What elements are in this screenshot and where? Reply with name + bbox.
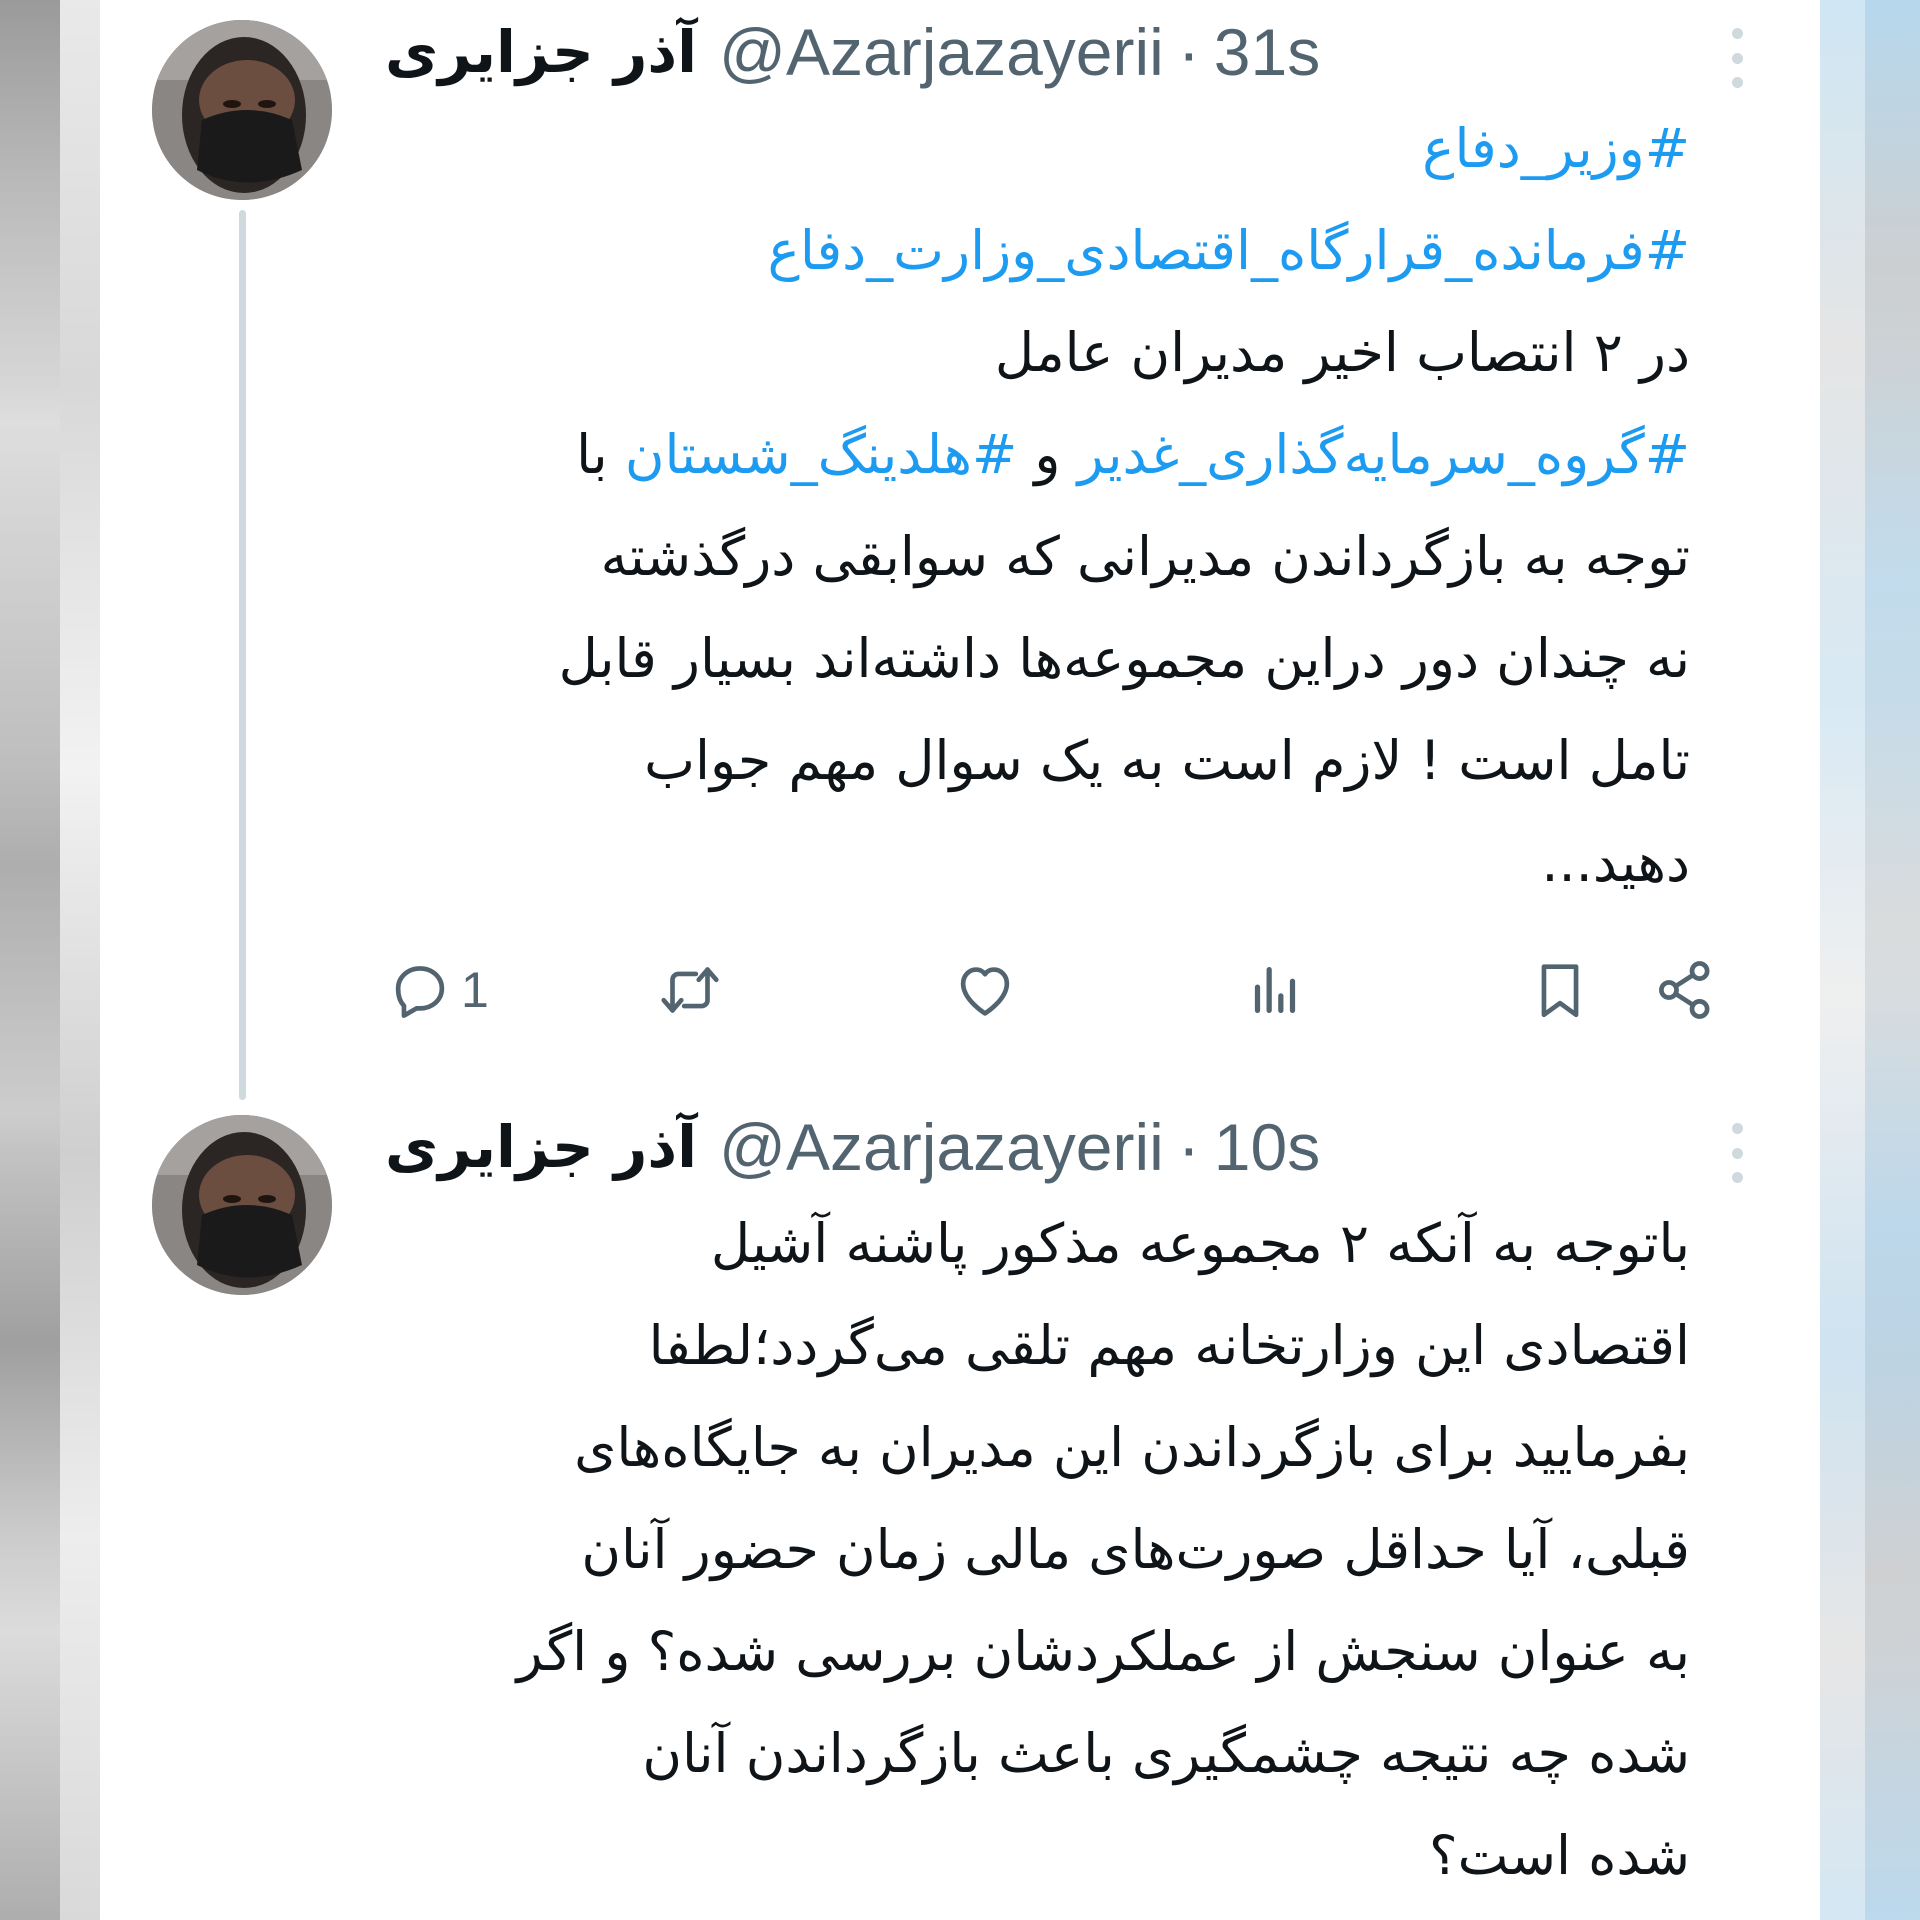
hashtag-link[interactable]: #گروه_سرمایه‌گذاری_غدیر	[1078, 423, 1690, 486]
text-line-mixed: #گروه_سرمایه‌گذاری_غدیر و #هلدینگ_شستان …	[320, 404, 1690, 506]
more-icon[interactable]	[1722, 1123, 1752, 1183]
share-button[interactable]	[1650, 945, 1720, 1035]
reply-button[interactable]: 1	[385, 945, 489, 1035]
bookmark-icon	[1541, 964, 1579, 1018]
tweet-header: آذر جزایری @Azarjazayerii · 31s	[385, 12, 1320, 92]
user-handle[interactable]: @Azarjazayerii	[719, 12, 1164, 92]
text-line: به عنوان سنجش از عملکردشان بررسی شده؟ و …	[516, 1620, 1690, 1683]
text-line: شده است؟	[1429, 1824, 1690, 1887]
tweet-actions: 1	[385, 945, 1875, 1035]
user-handle[interactable]: @Azarjazayerii	[719, 1107, 1164, 1187]
text-line: بفرمایید برای بازگرداندن این مدیران به ج…	[574, 1416, 1690, 1479]
text-line: شده چه نتیجه چشمگیری باعث بازگرداندن آنا…	[642, 1722, 1690, 1785]
text-line: اقتصادی این وزارتخانه مهم تلقی می‌گردد؛ل…	[648, 1314, 1690, 1377]
bookmark-button[interactable]	[1525, 945, 1595, 1035]
tweet-text: باتوجه به آنکه ۲ مجموعه مذکور پاشنه آشیل…	[320, 1193, 1690, 1907]
avatar[interactable]	[152, 20, 332, 200]
text-fragment: با	[576, 423, 625, 486]
tweet-text: #وزیر_دفاع #فرمانده_قرارگاه_اقتصادی_وزار…	[320, 98, 1690, 914]
hashtag-link[interactable]: #وزیر_دفاع	[320, 98, 1690, 200]
separator: ·	[1177, 15, 1200, 89]
views-icon	[1254, 966, 1296, 1014]
views-button[interactable]	[1240, 945, 1310, 1035]
tweet[interactable]: آذر جزایری @Azarjazayerii · 10s باتوجه ب…	[100, 1095, 1820, 1920]
text-line: دهید...	[1541, 831, 1690, 894]
text-line: باتوجه به آنکه ۲ مجموعه مذکور پاشنه آشیل	[710, 1212, 1690, 1275]
reply-count: 1	[461, 962, 489, 1018]
reply-icon	[395, 966, 445, 1018]
hashtag-link[interactable]: #هلدینگ_شستان	[625, 423, 1017, 486]
text-line: در ۲ انتصاب اخیر مدیران عامل	[994, 321, 1690, 384]
tweet[interactable]: آذر جزایری @Azarjazayerii · 31s #وزیر_دف…	[100, 0, 1820, 1080]
text-line: تامل است ! لازم است به یک سوال مهم جواب	[644, 729, 1690, 792]
text-line: نه چندان دور دراین مجموعه‌ها داشته‌اند ب…	[558, 627, 1690, 690]
separator: ·	[1177, 1110, 1200, 1184]
connector-text: و	[1017, 423, 1078, 486]
retweet-icon	[661, 967, 719, 1013]
share-icon	[1659, 961, 1710, 1019]
avatar[interactable]	[152, 1115, 332, 1295]
blurred-background-left	[0, 0, 100, 1920]
tweet-thread: آذر جزایری @Azarjazayerii · 31s #وزیر_دف…	[100, 0, 1820, 1920]
display-name[interactable]: آذر جزایری	[385, 12, 697, 92]
text-line: قبلی، آیا حداقل صورت‌های مالی زمان حضور …	[581, 1518, 1690, 1581]
timestamp[interactable]: 31s	[1214, 12, 1320, 92]
display-name[interactable]: آذر جزایری	[385, 1107, 697, 1187]
like-button[interactable]	[950, 945, 1020, 1035]
hashtag-link[interactable]: #فرمانده_قرارگاه_اقتصادی_وزارت_دفاع	[320, 200, 1690, 302]
like-icon	[960, 967, 1010, 1016]
timestamp[interactable]: 10s	[1214, 1107, 1320, 1187]
more-icon[interactable]	[1722, 28, 1752, 88]
tweet-header: آذر جزایری @Azarjazayerii · 10s	[385, 1107, 1320, 1187]
text-line: توجه به بازگرداندن مدیرانی که سوابقی درگ…	[600, 525, 1690, 588]
retweet-button[interactable]	[655, 945, 725, 1035]
